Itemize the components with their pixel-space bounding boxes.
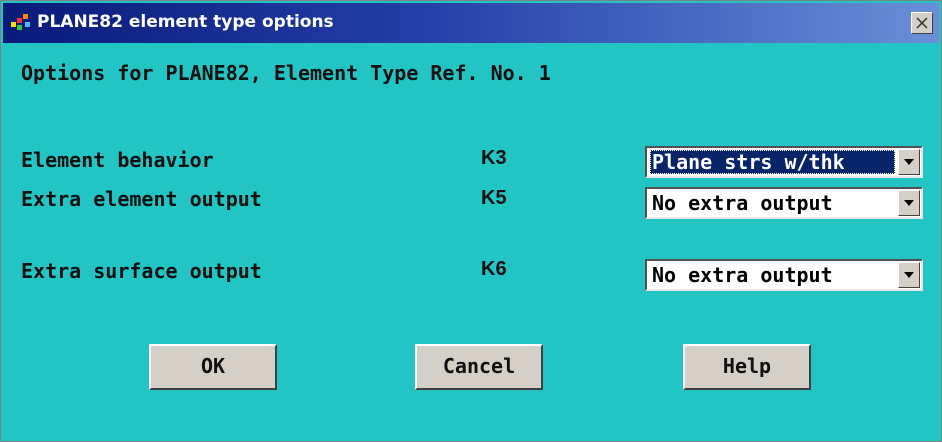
option-label-extra-surface-output: Extra surface output	[21, 259, 262, 283]
title-bar[interactable]: PLANE82 element type options	[3, 3, 939, 43]
element-type-options-dialog: PLANE82 element type options Options for…	[0, 0, 942, 442]
extra-element-output-select[interactable]: No extra output	[645, 187, 923, 219]
close-icon	[916, 17, 928, 29]
option-key-k3: K3	[481, 147, 507, 169]
element-behavior-select[interactable]: Plane strs w/thk	[645, 146, 923, 178]
chevron-down-icon	[904, 200, 914, 206]
extra-element-output-dropdown-button[interactable]	[898, 190, 920, 216]
extra-surface-output-value: No extra output	[652, 263, 833, 287]
help-button[interactable]: Help	[683, 344, 811, 390]
ansys-app-icon	[11, 14, 33, 32]
ok-button[interactable]: OK	[149, 344, 277, 390]
chevron-down-icon	[904, 159, 914, 165]
chevron-down-icon	[904, 272, 914, 278]
cancel-button[interactable]: Cancel	[415, 344, 543, 390]
close-button[interactable]	[911, 12, 933, 34]
extra-surface-output-select[interactable]: No extra output	[645, 259, 923, 291]
option-key-k6: K6	[481, 258, 507, 280]
option-label-extra-element-output: Extra element output	[21, 187, 262, 211]
extra-element-output-value: No extra output	[652, 191, 833, 215]
element-behavior-dropdown-button[interactable]	[898, 149, 920, 175]
option-label-element-behavior: Element behavior	[21, 148, 214, 172]
extra-surface-output-dropdown-button[interactable]	[898, 262, 920, 288]
dialog-heading: Options for PLANE82, Element Type Ref. N…	[21, 61, 551, 85]
window-title: PLANE82 element type options	[37, 12, 334, 32]
option-key-k5: K5	[481, 187, 507, 209]
element-behavior-value: Plane strs w/thk	[650, 150, 895, 174]
